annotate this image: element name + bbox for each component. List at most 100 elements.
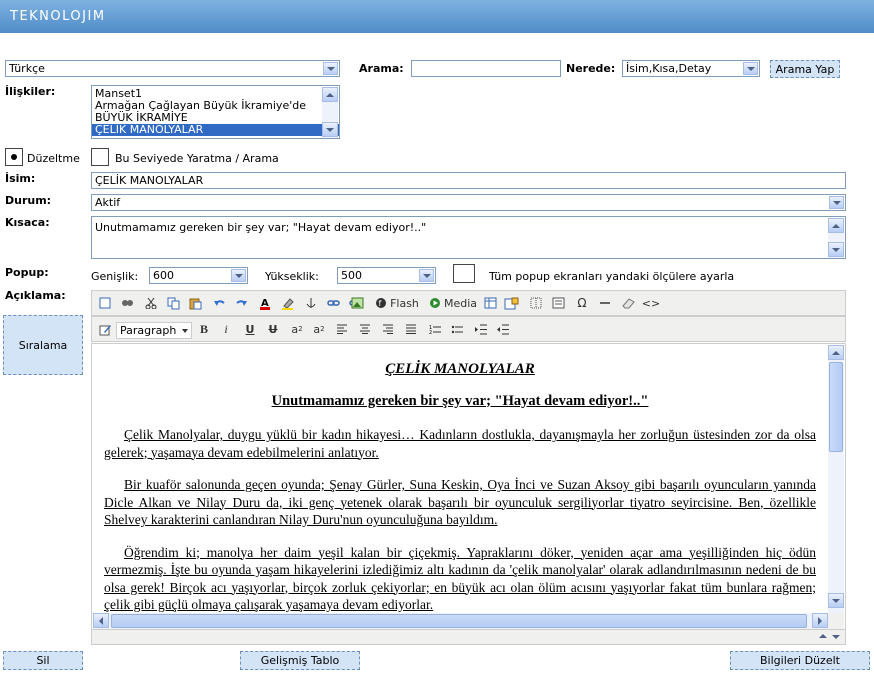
relations-listbox[interactable]: Manset1 Armağan Çağlayan Büyük İkramiye'… (91, 85, 340, 139)
resize-up-icon[interactable] (819, 634, 827, 638)
language-select[interactable]: Türkçe (5, 60, 340, 77)
paste-icon[interactable] (188, 294, 202, 312)
underline-icon[interactable]: U (243, 320, 257, 338)
html-source-icon[interactable]: <> (642, 294, 660, 312)
scroll-up-icon[interactable] (828, 345, 844, 360)
scroll-track[interactable] (322, 102, 338, 122)
copy-icon[interactable] (166, 294, 180, 312)
cut-icon[interactable] (144, 294, 158, 312)
short-scrollbar[interactable] (828, 218, 844, 258)
popup-width-label: Genişlik: (91, 270, 139, 283)
document-subtitle: Unutmamamız gereken bir şey var; "Hayat … (271, 392, 649, 409)
italic-icon[interactable]: i (219, 320, 233, 338)
scroll-thumb[interactable] (829, 362, 843, 452)
popup-all-label: Tüm popup ekranları yandaki ölçülere aya… (489, 270, 735, 283)
flash-button[interactable]: f Flash (374, 294, 420, 312)
numbered-list-icon[interactable]: 12 (428, 320, 442, 338)
status-select-value: Aktif (95, 196, 121, 209)
select-all-icon[interactable] (551, 294, 565, 312)
scroll-down-icon[interactable] (828, 593, 844, 608)
anchor-icon[interactable] (304, 294, 318, 312)
align-right-icon[interactable] (381, 320, 395, 338)
create-mode-radio[interactable] (91, 148, 109, 166)
popup-all-checkbox[interactable] (453, 264, 475, 283)
chevron-down-icon[interactable] (323, 62, 338, 75)
table-icon[interactable] (483, 294, 497, 312)
scroll-track[interactable] (828, 452, 844, 593)
find-icon[interactable] (120, 294, 134, 312)
chevron-down-icon[interactable] (231, 269, 246, 282)
strikethrough-icon[interactable]: U (266, 320, 280, 338)
editor-horizontal-scrollbar[interactable] (93, 613, 828, 629)
delete-button[interactable]: Sil (3, 651, 83, 670)
resize-down-icon[interactable] (832, 635, 840, 639)
bold-icon[interactable]: B (197, 320, 211, 338)
format-select[interactable]: Paragraph (116, 322, 192, 339)
chevron-down-icon[interactable] (182, 329, 188, 333)
search-button[interactable]: Arama Yap (770, 60, 840, 78)
language-select-value: Türkçe (9, 62, 45, 75)
chevron-down-icon[interactable] (419, 269, 434, 282)
popup-width-select[interactable]: 600 (149, 267, 248, 284)
name-label: İsim: (5, 172, 36, 185)
scroll-down-icon[interactable] (828, 242, 844, 257)
subscript-icon[interactable]: a2 (311, 320, 327, 338)
editor-content-area[interactable]: ÇELİK MANOLYALAR Unutmamamız gereken bir… (91, 343, 846, 630)
app-header (0, 0, 874, 33)
bullet-list-icon[interactable] (450, 320, 464, 338)
popup-label: Popup: (5, 266, 49, 279)
media-icon (430, 298, 440, 308)
align-center-icon[interactable] (358, 320, 372, 338)
chevron-down-icon[interactable] (743, 62, 758, 75)
scroll-thumb[interactable] (111, 614, 807, 628)
style-icon[interactable] (98, 320, 112, 338)
short-textarea[interactable]: Unutmamamız gereken bir şey var; "Hayat … (91, 216, 846, 259)
visual-aid-icon[interactable] (529, 294, 543, 312)
superscript-icon[interactable]: a2 (289, 320, 305, 338)
insert-object-icon[interactable] (503, 294, 521, 312)
popup-width-value: 600 (153, 269, 174, 282)
new-document-icon[interactable] (98, 294, 112, 312)
chevron-down-icon[interactable] (829, 196, 844, 209)
scroll-up-icon[interactable] (828, 218, 844, 233)
description-label: Açıklama: (5, 289, 66, 302)
outdent-icon[interactable] (496, 320, 510, 338)
relations-label: İlişkiler: (5, 85, 56, 98)
create-mode-label: Bu Seviyede Yaratma / Arama (115, 152, 279, 165)
svg-text:f: f (379, 299, 382, 308)
link-icon[interactable] (326, 294, 340, 312)
media-button[interactable]: Media (429, 294, 477, 312)
text-color-icon[interactable]: A (258, 294, 272, 312)
scroll-right-icon[interactable] (812, 613, 828, 628)
redo-icon[interactable] (234, 294, 248, 312)
horizontal-rule-icon[interactable] (598, 294, 612, 312)
image-icon[interactable] (350, 294, 364, 312)
sort-button[interactable]: Sıralama (3, 315, 83, 375)
advanced-table-button[interactable]: Gelişmiş Tablo (240, 651, 360, 670)
popup-height-select[interactable]: 500 (337, 267, 436, 284)
justify-icon[interactable] (404, 320, 418, 338)
relations-scrollbar[interactable] (322, 87, 338, 138)
undo-icon[interactable] (212, 294, 226, 312)
edit-mode-radio[interactable] (5, 148, 23, 166)
special-char-icon[interactable]: Ω (575, 294, 589, 312)
align-left-icon[interactable] (335, 320, 349, 338)
where-select[interactable]: İsim,Kısa,Detay (622, 60, 760, 77)
scroll-up-icon[interactable] (322, 87, 338, 102)
indent-icon[interactable] (474, 320, 488, 338)
editor-document[interactable]: ÇELİK MANOLYALAR Unutmamamız gereken bir… (104, 361, 816, 629)
search-input[interactable] (411, 60, 561, 77)
list-item-selected[interactable]: ÇELİK MANOLYALAR (92, 124, 339, 136)
highlight-icon[interactable] (280, 294, 294, 312)
status-select[interactable]: Aktif (91, 194, 846, 211)
editor-vertical-scrollbar[interactable] (828, 345, 844, 613)
remove-format-icon[interactable] (620, 294, 636, 312)
name-input[interactable]: ÇELİK MANOLYALAR (91, 172, 846, 189)
save-button[interactable]: Bilgileri Düzelt (730, 651, 870, 670)
flash-icon: f (376, 298, 387, 308)
scroll-track[interactable] (828, 233, 844, 242)
scroll-down-icon[interactable] (322, 122, 338, 137)
short-textarea-value: Unutmamamız gereken bir şey var; "Hayat … (95, 221, 427, 234)
where-label: Nerede: (566, 62, 616, 75)
scroll-left-icon[interactable] (93, 613, 109, 628)
